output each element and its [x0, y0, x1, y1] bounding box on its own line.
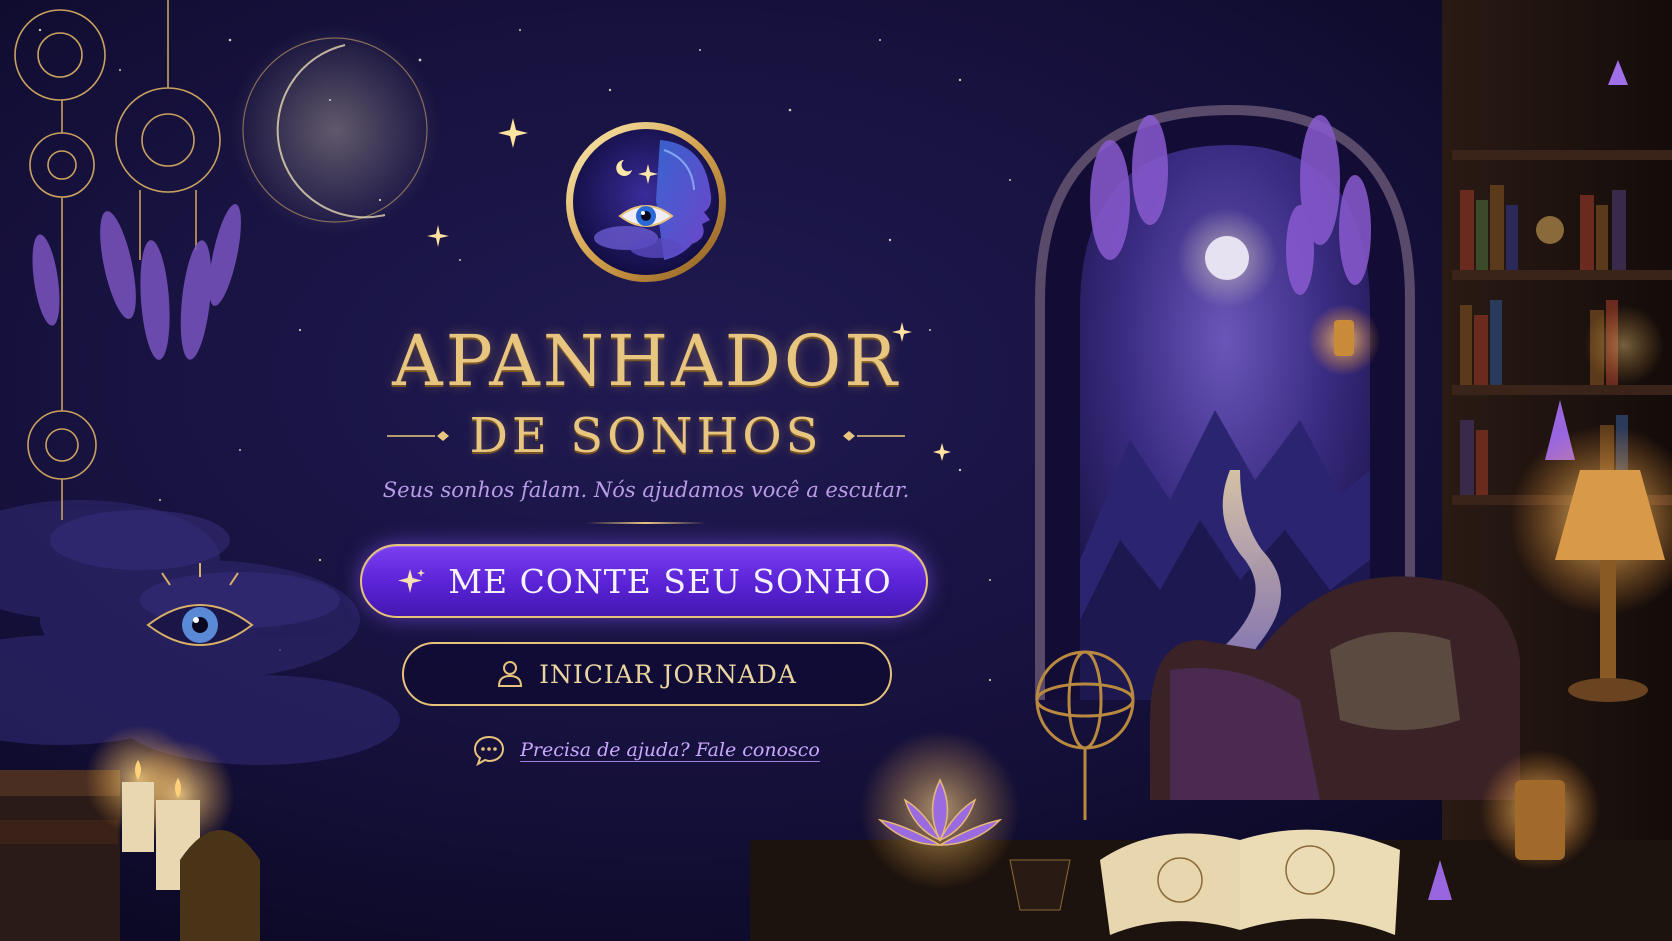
tagline: Seus sonhos falam. Nós ajudamos você a e…	[382, 478, 910, 502]
start-journey-button-label: INICIAR JORNADA	[539, 659, 797, 689]
left-flourish-icon	[387, 431, 450, 441]
chat-bubble-icon	[474, 735, 505, 766]
user-icon	[498, 661, 523, 687]
moon-eye-face-emblem-icon	[566, 122, 726, 282]
app-title-line2-row: DE SONHOS	[360, 408, 932, 464]
app-title-line1: APANHADOR	[392, 320, 900, 402]
start-journey-button[interactable]: INICIAR JORNADA	[402, 642, 892, 706]
right-flourish-icon	[842, 431, 905, 441]
sparkle-icon	[398, 569, 426, 593]
tell-dream-button-label: ME CONTE SEU SONHO	[448, 561, 892, 601]
app-title-line2: DE SONHOS	[469, 408, 823, 464]
help-row: Precisa de ajuda? Fale conosco	[360, 732, 932, 768]
contact-us-link[interactable]: Precisa de ajuda? Fale conosco	[520, 739, 820, 761]
tell-dream-button[interactable]: ME CONTE SEU SONHO	[360, 544, 928, 618]
divider	[586, 522, 706, 524]
landing-hero: APANHADOR DE SONHOS Seus sonhos falam. N…	[360, 0, 932, 941]
